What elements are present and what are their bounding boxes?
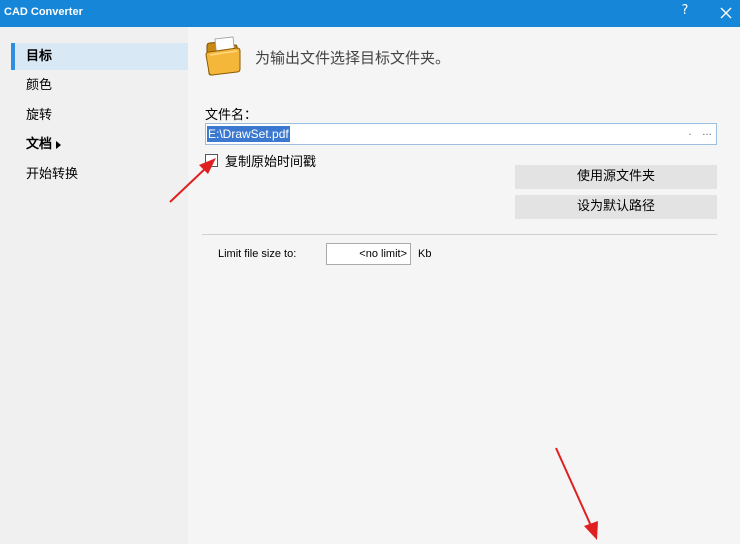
limit-size-label: Limit file size to: [218,248,297,260]
close-button[interactable] [716,3,736,23]
set-default-path-button[interactable]: 设为默认路径 [515,195,717,219]
sidebar-item-document[interactable]: 文档 [11,131,188,158]
use-source-folder-button[interactable]: 使用源文件夹 [515,165,717,189]
sidebar-item-label: 文档 [26,137,53,152]
help-button[interactable]: ? [676,3,694,23]
main-panel: 为输出文件选择目标文件夹。 文件名： E:\DrawSet.pdf . ... … [188,27,740,544]
sidebar-item-label: 目标 [26,49,53,64]
copy-timestamp-checkbox[interactable] [205,154,218,167]
filename-label: 文件名： [205,108,258,123]
filename-input[interactable]: E:\DrawSet.pdf . ... [205,123,717,145]
folder-icon [205,36,241,76]
limit-unit-label: Kb [418,248,432,260]
close-icon [720,7,732,19]
sidebar-item-rotate[interactable]: 旋转 [11,102,188,129]
caret-right-icon [56,140,62,149]
sidebar: 目标 颜色 旋转 文档 开始转换 [0,27,188,544]
browse-button[interactable]: ... [698,126,716,142]
divider [202,234,717,235]
titlebar: CAD Converter ? [0,0,740,27]
sidebar-item-start-convert[interactable]: 开始转换 [11,161,188,188]
filename-value[interactable]: E:\DrawSet.pdf [207,126,290,142]
dot-button[interactable]: . [684,126,696,142]
copy-timestamp-label: 复制原始时间戳 [225,155,317,170]
sidebar-item-label: 颜色 [26,78,53,93]
limit-size-input[interactable]: <no limit> [326,243,411,265]
page-heading: 为输出文件选择目标文件夹。 [255,49,451,67]
sidebar-item-label: 开始转换 [26,167,79,182]
sidebar-item-color[interactable]: 颜色 [11,72,188,99]
window-title: CAD Converter [4,6,83,18]
sidebar-item-target[interactable]: 目标 [11,43,188,70]
sidebar-item-label: 旋转 [26,108,53,123]
